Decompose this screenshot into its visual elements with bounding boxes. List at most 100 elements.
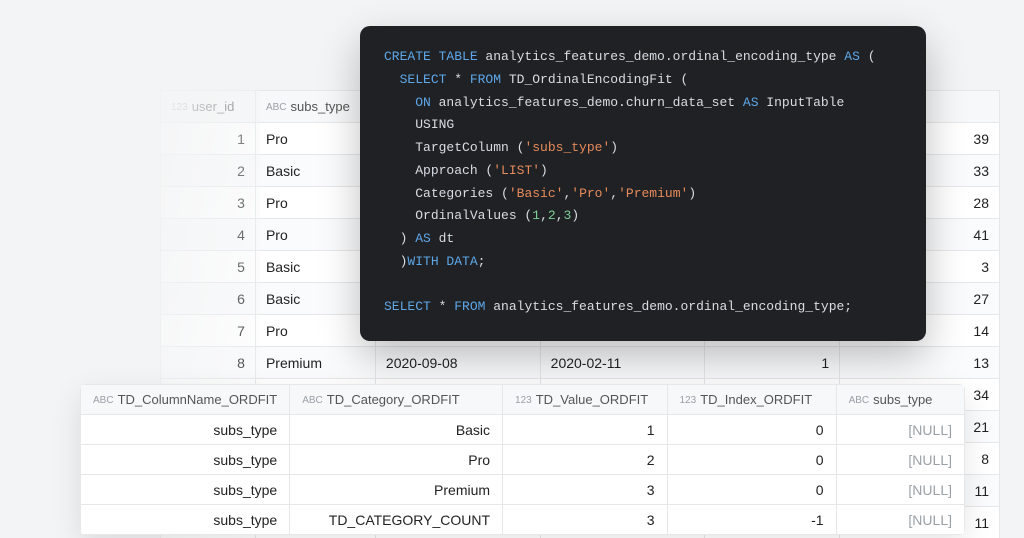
cell-category: Pro <box>290 445 503 475</box>
str: 'subs_type' <box>524 140 610 155</box>
col-label: TD_Value_ORDFIT <box>536 392 648 407</box>
str: 'LIST' <box>493 163 540 178</box>
cell-category: TD_CATEGORY_COUNT <box>290 505 503 535</box>
code-text: ) <box>400 231 416 246</box>
kw: SELECT <box>400 72 447 87</box>
cell-user-id: 8 <box>161 347 256 379</box>
result-header-row: ABC TD_ColumnName_ORDFIT ABC TD_Category_O… <box>81 385 965 415</box>
cell-index: 0 <box>667 415 836 445</box>
kw: CREATE TABLE <box>384 49 478 64</box>
cell-value: 1 <box>503 415 667 445</box>
cell-subs-type: Basic <box>255 283 375 315</box>
cell-subs: [NULL] <box>836 415 964 445</box>
cell-index: -1 <box>667 505 836 535</box>
col-label: TD_ColumnName_ORDFIT <box>118 392 278 407</box>
col-label: subs_type <box>873 392 932 407</box>
cell-subs-type: Basic <box>255 155 375 187</box>
type-tag: ABC <box>93 395 114 406</box>
kw: AS <box>743 95 759 110</box>
cell-user-id: 4 <box>161 219 256 251</box>
code-text: ; <box>478 254 486 269</box>
type-tag: 123 <box>515 395 532 406</box>
sql-code-block[interactable]: CREATE TABLE analytics_features_demo.ord… <box>360 26 926 341</box>
cell-d1: 2020-09-08 <box>375 347 540 379</box>
cell-user-id: 6 <box>161 283 256 315</box>
kw: WITH DATA <box>407 254 477 269</box>
col-user-id[interactable]: 123 user_id <box>161 91 256 123</box>
code-text: TD_OrdinalEncodingFit ( <box>501 72 688 87</box>
cell-user-id: 1 <box>161 123 256 155</box>
table-row[interactable]: subs_typePremium30[NULL] <box>81 475 965 505</box>
code-text: dt <box>431 231 454 246</box>
col-label: TD_Category_ORDFIT <box>327 392 460 407</box>
col-label: subs_type <box>291 99 350 114</box>
code-text: , <box>610 186 618 201</box>
cell-colname: subs_type <box>81 505 290 535</box>
cell-user-id: 7 <box>161 315 256 347</box>
type-tag: ABC <box>849 395 870 406</box>
kw: FROM <box>454 299 485 314</box>
cell-value: 3 <box>503 475 667 505</box>
code-text: TargetColumn ( <box>415 140 524 155</box>
str: 'Premium' <box>618 186 688 201</box>
code-text: * <box>431 299 454 314</box>
cell-subs-type: Pro <box>255 315 375 347</box>
code-text: ) <box>610 140 618 155</box>
cell-subs: [NULL] <box>836 505 964 535</box>
cell-subs: [NULL] <box>836 445 964 475</box>
cell-user-id: 5 <box>161 251 256 283</box>
num-lit: 2 <box>548 208 556 223</box>
cell-value: 3 <box>503 505 667 535</box>
cell-subs: [NULL] <box>836 475 964 505</box>
cell-colname: subs_type <box>81 415 290 445</box>
cell-subs-type: Pro <box>255 187 375 219</box>
col-columnname[interactable]: ABC TD_ColumnName_ORDFIT <box>81 385 290 415</box>
code-text: USING <box>415 117 454 132</box>
cell-category: Premium <box>290 475 503 505</box>
kw: FROM <box>470 72 501 87</box>
cell-subs-type: Pro <box>255 219 375 251</box>
cell-subs-type: Pro <box>255 123 375 155</box>
kw: SELECT <box>384 299 431 314</box>
col-label: TD_Index_ORDFIT <box>700 392 812 407</box>
cell-colname: subs_type <box>81 475 290 505</box>
code-text: ) <box>540 163 548 178</box>
cell-subs-type: Premium <box>255 347 375 379</box>
col-category[interactable]: ABC TD_Category_ORDFIT <box>290 385 503 415</box>
code-text: ( <box>860 49 876 64</box>
code-text: * <box>446 72 469 87</box>
kw: ON <box>415 95 431 110</box>
type-tag: 123 <box>680 395 697 406</box>
code-text: Categories ( <box>415 186 509 201</box>
table-row[interactable]: subs_typeBasic10[NULL] <box>81 415 965 445</box>
cell-subs-type: Basic <box>255 251 375 283</box>
code-text: , <box>556 208 564 223</box>
code-text: InputTable <box>759 95 845 110</box>
cell-category: Basic <box>290 415 503 445</box>
cell-user-id: 3 <box>161 187 256 219</box>
cell-index: 0 <box>667 475 836 505</box>
type-tag: ABC <box>302 395 323 406</box>
code-text: , <box>540 208 548 223</box>
str: 'Pro' <box>571 186 610 201</box>
col-value[interactable]: 123 TD_Value_ORDFIT <box>503 385 667 415</box>
table-row[interactable]: subs_typeTD_CATEGORY_COUNT3-1[NULL] <box>81 505 965 535</box>
table-row[interactable]: subs_typePro20[NULL] <box>81 445 965 475</box>
code-text: ) <box>571 208 579 223</box>
cell-d2: 2020-02-11 <box>540 347 705 379</box>
col-subs-type[interactable]: ABCsubs_type <box>255 91 375 123</box>
num-lit: 1 <box>532 208 540 223</box>
kw: AS <box>415 231 431 246</box>
str: 'Basic' <box>509 186 564 201</box>
type-tag: 123 <box>171 102 188 113</box>
col-subs-out[interactable]: ABCsubs_type <box>836 385 964 415</box>
cell-v2: 13 <box>840 347 1000 379</box>
kw: AS <box>844 49 860 64</box>
table-row[interactable]: 8Premium2020-09-082020-02-11113 <box>161 347 1000 379</box>
col-index[interactable]: 123TD_Index_ORDFIT <box>667 385 836 415</box>
code-text: analytics_features_demo.ordinal_encoding… <box>485 299 852 314</box>
col-label: user_id <box>192 99 235 114</box>
code-text: OrdinalValues ( <box>415 208 532 223</box>
result-table: ABC TD_ColumnName_ORDFIT ABC TD_Category_O… <box>80 384 965 535</box>
code-text: analytics_features_demo.churn_data_set <box>431 95 743 110</box>
